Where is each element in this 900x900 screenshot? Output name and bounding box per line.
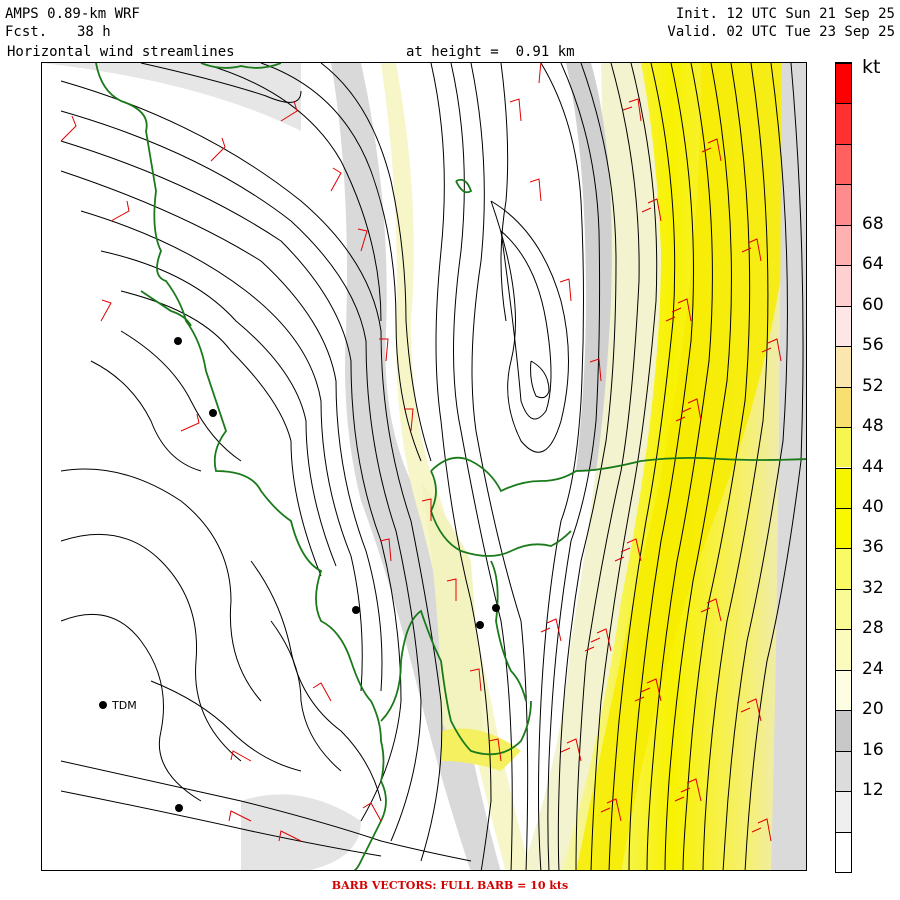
colorbar-tick-label: 12 <box>862 780 884 801</box>
height-label: at height = 0.91 km <box>406 44 575 60</box>
station-marker <box>175 804 183 812</box>
colorbar-tick-label: 44 <box>862 456 884 477</box>
colorbar-segment <box>836 63 851 104</box>
valid-time: Valid. 02 UTC Tue 23 Sep 25 <box>667 24 895 40</box>
colorbar-segment <box>836 831 851 872</box>
map-panel: TDM <box>41 62 807 871</box>
wind-speed-shading <box>42 63 806 870</box>
colorbar-segment <box>836 184 851 225</box>
colorbar-segment <box>836 143 851 185</box>
colorbar-segment <box>836 386 851 428</box>
station-marker <box>492 604 500 612</box>
model-title: AMPS 0.89-km WRF <box>5 6 140 22</box>
station-marker <box>352 606 360 614</box>
station-marker <box>209 409 217 417</box>
colorbar-segment <box>836 467 851 508</box>
colorbar-tick-label: 52 <box>862 375 884 396</box>
station-label-tdm: TDM <box>112 699 137 712</box>
colorbar-segment <box>836 507 851 549</box>
colorbar-segment <box>836 224 851 266</box>
colorbar-segment <box>836 346 851 387</box>
colorbar-tick-label: 60 <box>862 294 884 315</box>
colorbar-tick-label: 36 <box>862 537 884 558</box>
colorbar-tick-label: 24 <box>862 658 884 679</box>
colorbar-tick-label: 48 <box>862 416 884 437</box>
wind-speed-colorbar <box>835 62 852 873</box>
colorbar-tick-label: 16 <box>862 739 884 760</box>
colorbar-segment <box>836 710 851 751</box>
colorbar-tick-label: 28 <box>862 618 884 639</box>
colorbar-segment <box>836 265 851 306</box>
colorbar-segment <box>836 548 851 589</box>
colorbar-tick-label: 32 <box>862 577 884 598</box>
colorbar-tick-label: 56 <box>862 335 884 356</box>
colorbar-segment <box>836 750 851 792</box>
colorbar-tick-label: 64 <box>862 254 884 275</box>
colorbar-segment <box>836 669 851 711</box>
colorbar-segment <box>836 427 851 468</box>
colorbar-segment <box>836 629 851 670</box>
forecast-label: Fcst. <box>5 24 48 40</box>
colorbar-unit: kt <box>862 56 881 78</box>
station-marker <box>174 337 182 345</box>
colorbar-segment <box>836 588 851 630</box>
station-marker-tdm <box>99 701 107 709</box>
init-time: Init. 12 UTC Sun 21 Sep 25 <box>675 6 895 22</box>
colorbar-tick-label: 20 <box>862 699 884 720</box>
colorbar-segment <box>836 103 851 144</box>
colorbar-segment <box>836 305 851 347</box>
colorbar-tick-label: 68 <box>862 213 884 234</box>
map-canvas <box>42 63 806 870</box>
station-marker <box>476 621 484 629</box>
field-title: Horizontal wind streamlines <box>7 44 235 60</box>
colorbar-segment <box>836 791 851 832</box>
barb-legend: BARB VECTORS: FULL BARB = 10 kts <box>331 879 569 892</box>
colorbar-tick-label: 40 <box>862 496 884 517</box>
forecast-hours: 38 h <box>77 24 111 40</box>
